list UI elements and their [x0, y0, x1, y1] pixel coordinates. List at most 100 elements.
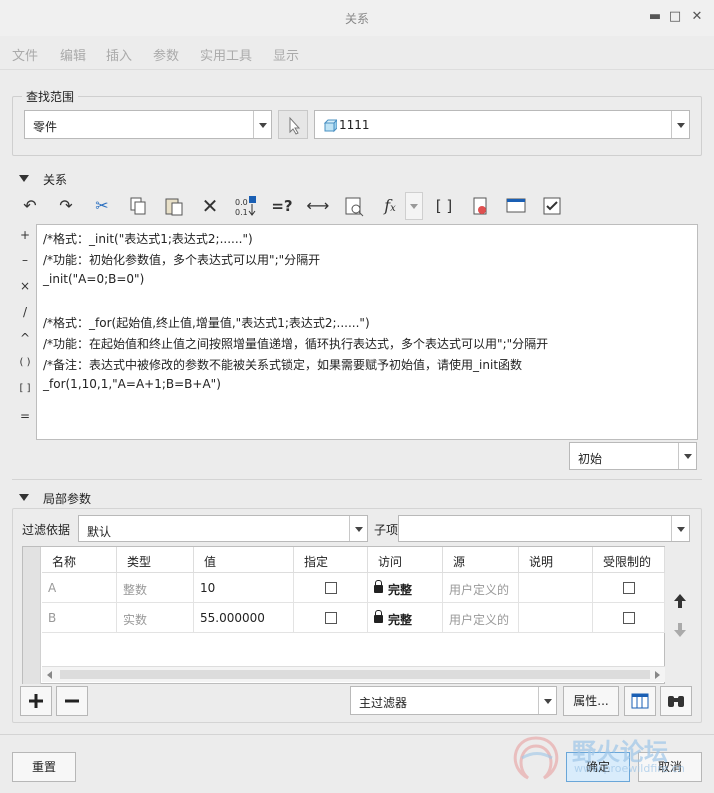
select-pointer-button[interactable]: [278, 110, 308, 139]
cell-description[interactable]: [519, 573, 593, 603]
checklist-icon[interactable]: [540, 194, 564, 218]
search-params-button[interactable]: [660, 686, 692, 716]
cut-icon[interactable]: ✂: [90, 194, 114, 218]
watermark-logo: [513, 736, 559, 780]
menu-file[interactable]: 文件: [12, 45, 38, 64]
cell-name[interactable]: A: [42, 573, 117, 603]
filter-select[interactable]: 默认: [78, 515, 368, 542]
state-select[interactable]: 初始: [569, 442, 697, 470]
restricted-checkbox[interactable]: [623, 612, 635, 624]
scroll-left-icon[interactable]: [47, 671, 52, 679]
column-header-restricted[interactable]: 受限制的: [593, 547, 665, 573]
relation-line: /*格式：_init("表达式1;表达式2;......"): [43, 232, 253, 246]
subitem-select[interactable]: [398, 515, 690, 542]
column-header-description[interactable]: 说明: [519, 547, 593, 573]
move-down-icon[interactable]: [673, 622, 687, 638]
cell-name[interactable]: B: [42, 603, 117, 633]
designate-checkbox[interactable]: [325, 612, 337, 624]
cell-description[interactable]: [519, 603, 593, 633]
sort-icon-graphic: 0.00.1: [235, 196, 256, 217]
part-icon: [323, 119, 337, 133]
add-parameter-button[interactable]: [20, 686, 52, 716]
cell-restricted[interactable]: [593, 603, 665, 633]
function-icon[interactable]: fx: [378, 194, 402, 218]
relation-line: /*格式：_for(起始值,终止值,增量值,"表达式1;表达式2;......"…: [43, 316, 370, 330]
designate-checkbox[interactable]: [325, 582, 337, 594]
scroll-thumb[interactable]: [60, 670, 650, 679]
cell-designate[interactable]: [294, 573, 368, 603]
menu-display[interactable]: 显示: [273, 45, 299, 64]
column-header-source[interactable]: 源: [443, 547, 519, 573]
menu-params[interactable]: 参数: [153, 45, 179, 64]
state-value: 初始: [578, 452, 603, 466]
op-multiply[interactable]: ×: [18, 279, 32, 293]
op-divide[interactable]: /: [18, 305, 32, 319]
relations-editor[interactable]: /*格式：_init("表达式1;表达式2;......") /*功能：初始化参…: [36, 224, 698, 440]
op-minus[interactable]: –: [18, 253, 32, 267]
local-params-header: 局部参数: [43, 492, 92, 506]
cell-value[interactable]: 10: [194, 573, 294, 603]
cell-source[interactable]: 用户定义的: [443, 603, 519, 633]
verify-icon[interactable]: [342, 194, 366, 218]
collapse-triangle-icon[interactable]: [19, 494, 29, 501]
horizontal-scrollbar[interactable]: [42, 666, 665, 682]
restricted-checkbox[interactable]: [623, 582, 635, 594]
reset-button[interactable]: 重置: [12, 752, 76, 782]
brackets-icon[interactable]: [ ]: [432, 194, 456, 218]
redo-icon[interactable]: ↷: [54, 194, 78, 218]
column-header-name[interactable]: 名称: [42, 547, 117, 573]
display-icon[interactable]: [504, 194, 528, 218]
menu-edit[interactable]: 编辑: [60, 45, 86, 64]
collapse-triangle-icon[interactable]: [19, 175, 29, 182]
cell-type[interactable]: 实数: [117, 603, 194, 633]
chevron-down-icon: [671, 111, 689, 138]
svg-text:0.1: 0.1: [235, 208, 248, 217]
op-parens[interactable]: ( ): [18, 357, 32, 368]
evaluate-icon[interactable]: =?: [270, 194, 294, 218]
op-plus[interactable]: +: [18, 228, 32, 242]
units-icon-graphic: [473, 197, 487, 215]
maximize-icon[interactable]: □: [666, 8, 684, 26]
model-value: 1111: [339, 118, 370, 132]
column-header-access[interactable]: 访问: [368, 547, 443, 573]
op-equals[interactable]: =: [18, 409, 32, 423]
sort-relations-icon[interactable]: 0.0 0.1: [234, 194, 258, 218]
cell-value[interactable]: 55.000000: [194, 603, 294, 633]
remove-parameter-button[interactable]: [56, 686, 88, 716]
column-header-value[interactable]: 值: [194, 547, 294, 573]
function-dropdown[interactable]: [405, 192, 423, 220]
properties-button[interactable]: 属性...: [563, 686, 619, 716]
scroll-right-icon[interactable]: [655, 671, 660, 679]
cursor-arrow-icon: [289, 116, 301, 135]
close-icon[interactable]: ✕: [688, 8, 706, 26]
copy-icon[interactable]: [126, 194, 150, 218]
watermark-url: www.proewildfire.cn: [574, 762, 685, 775]
menu-insert[interactable]: 插入: [106, 45, 132, 64]
column-header-type[interactable]: 类型: [117, 547, 194, 573]
table-columns-button[interactable]: [624, 686, 656, 716]
delete-icon[interactable]: ✕: [198, 194, 222, 218]
scope-select[interactable]: 零件: [24, 110, 272, 139]
op-brackets[interactable]: [ ]: [18, 383, 32, 394]
move-up-icon[interactable]: [673, 593, 687, 609]
undo-icon[interactable]: ↶: [18, 194, 42, 218]
paste-icon[interactable]: [162, 194, 186, 218]
cell-source[interactable]: 用户定义的: [443, 573, 519, 603]
cell-restricted[interactable]: [593, 573, 665, 603]
relation-line: /*备注：表达式中被修改的参数不能被关系式锁定，如果需要赋予初始值，请使用_in…: [43, 358, 523, 372]
menu-utilities[interactable]: 实用工具: [200, 45, 252, 64]
cell-access[interactable]: 完整: [368, 603, 443, 633]
units-icon[interactable]: [468, 194, 492, 218]
cell-designate[interactable]: [294, 603, 368, 633]
model-select[interactable]: 1111: [314, 110, 690, 139]
dimension-icon[interactable]: ⟷: [306, 194, 330, 218]
cell-type[interactable]: 整数: [117, 573, 194, 603]
cell-access[interactable]: 完整: [368, 573, 443, 603]
op-power[interactable]: ^: [18, 331, 32, 345]
column-header-designate[interactable]: 指定: [294, 547, 368, 573]
minimize-icon[interactable]: ▬: [646, 8, 664, 26]
scope-value: 零件: [33, 120, 58, 134]
binoculars-icon: [668, 696, 684, 707]
main-filter-select[interactable]: 主过滤器: [350, 686, 557, 715]
params-table: 名称 类型 值 指定 访问 源 说明 受限制的 A 整数 10 完整 用户定义的…: [22, 546, 665, 684]
